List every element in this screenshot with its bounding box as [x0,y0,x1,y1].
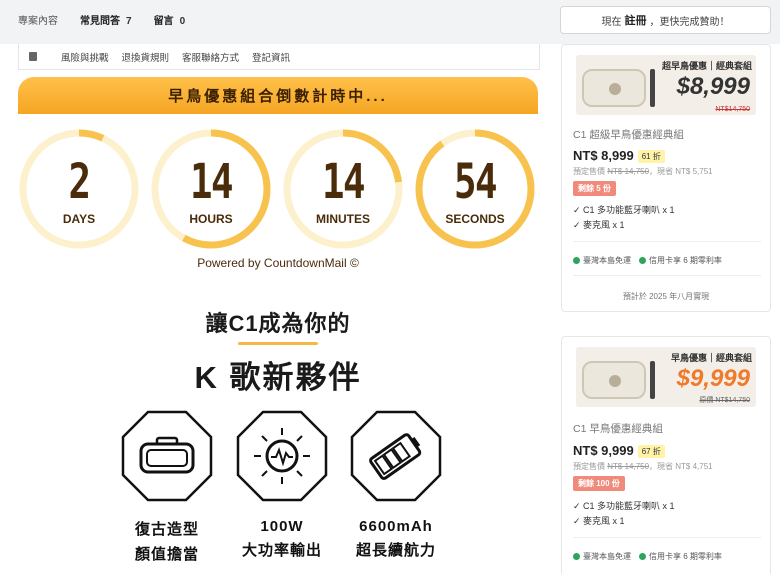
installment-badge: 信用卡享 6 期零利率 [639,255,722,266]
check-icon [639,553,646,560]
headline-line2: K 歌新夥伴 [194,360,362,395]
check-icon [573,553,580,560]
subnav-contact[interactable]: 客服聯絡方式 [182,50,239,64]
remaining-badge: 剩餘 5 份 [573,181,616,196]
tab-faq[interactable]: 常見問答 7 [80,12,132,27]
feature-battery-line1: 6600mAh [359,518,433,535]
speaker-icon [121,410,213,502]
tab-project-content[interactable]: 專案內容 [18,12,58,27]
seconds-label: SECONDS [445,212,505,226]
shipping-badge: 臺灣本島免運 [573,255,631,266]
reward-eta: 預計於 2025 年八月實現 [622,292,710,301]
discount-badge: 67 折 [637,445,665,459]
ring-minutes: 14 MINUTES [282,128,404,250]
microphone-image [650,361,655,399]
installment-badge: 信用卡享 6 期零利率 [639,551,722,562]
reward-title: C1 早鳥優惠經典組 [573,423,663,435]
reward-price: NT$ 8,999 61 折 [573,148,665,164]
include-item: ✓ C1 多功能藍牙喇叭 x 1 [573,205,675,215]
include-item: ✓ 麥克風 x 1 [573,516,625,526]
reward-image: 早鳥優惠｜經典套組 $9,999 原價 NT$14,750 [576,347,756,407]
reward-badges: 臺灣本島免運 信用卡享 6 期零利率 [573,255,722,266]
speaker-product-image [582,361,646,399]
feature-power-line2: 大功率輸出 [241,542,322,559]
feature-battery: 6600mAh 超長續航力 [350,410,442,560]
feature-power: 100W 大功率輸出 [236,410,328,560]
project-tabs: 專案內容 常見問答 7 留言 0 [18,12,207,27]
reward-price: NT$ 9,999 67 折 [573,443,665,459]
divider [573,537,761,538]
reward-original-price: 預定售價 NT$ 14,750，現省 NT$ 4,751 [573,462,713,471]
reward-original-price: 預定售價 NT$ 14,750，現省 NT$ 5,751 [573,167,713,176]
minutes-value: 14 [322,154,366,210]
subnav-returns[interactable]: 退換貨規則 [122,50,170,64]
section-subnav: 風險與挑戰 退換貨規則 客服聯絡方式 登記資訊 [18,44,540,70]
include-item: ✓ 麥克風 x 1 [573,220,625,230]
days-value: 2 [68,154,92,210]
check-icon [639,257,646,264]
feature-design: 復古造型 顏值擔當 [121,410,213,564]
subnav-risks[interactable]: 風險與挑戰 [61,50,109,64]
faq-count: 7 [126,16,132,27]
divider [573,275,761,276]
divider [573,241,761,242]
headline-line1: 讓C1成為你的 [205,311,351,336]
countdown-banner: 早鳥優惠組合倒數計時中... [18,77,538,114]
ring-hours: 14 HOURS [150,128,272,250]
speaker-product-image [582,69,646,107]
shipping-badge: 臺灣本島免運 [573,551,631,562]
microphone-image [650,69,655,107]
register-cta-button[interactable]: 現在 註冊 ，更快完成贊助！ [560,6,771,34]
headline-divider [238,342,318,345]
discount-badge: 61 折 [637,150,665,164]
power-icon [236,410,328,502]
feature-battery-line2: 超長續航力 [355,542,436,559]
feature-power-line1: 100W [260,518,304,535]
hours-value: 14 [190,154,234,210]
feature-design-line1: 復古造型 [134,521,199,538]
remaining-badge: 剩餘 100 份 [573,476,625,491]
ring-seconds: 54 SECONDS [414,128,536,250]
ring-days: 2 DAYS [18,128,140,250]
register-link[interactable]: 註冊 [625,12,647,28]
reward-card-early[interactable]: 早鳥優惠｜經典套組 $9,999 原價 NT$14,750 C1 早鳥優惠經典組… [561,336,771,574]
days-label: DAYS [62,212,96,226]
reward-card-super-early[interactable]: 超早鳥優惠｜經典套組 $8,999 NT$14,750 C1 超級早鳥優惠經典組… [561,44,771,312]
minutes-label: MINUTES [316,212,370,226]
subnav-registration[interactable]: 登記資訊 [252,50,290,64]
document-icon [29,52,37,61]
countdown-powered-by[interactable]: Powered by CountdownMail © [18,256,538,270]
reward-badges: 臺灣本島免運 信用卡享 6 期零利率 [573,551,722,562]
countdown-timer: 2 DAYS 14 HOURS 14 MINUTES 54 SECONDS [18,128,538,250]
feature-design-line2: 顏值擔當 [134,546,199,563]
battery-icon [350,410,442,502]
hours-label: HOURS [189,212,233,226]
reward-title: C1 超級早鳥優惠經典組 [573,129,684,141]
seconds-value: 54 [454,154,498,210]
tab-comments[interactable]: 留言 0 [154,12,186,27]
comments-count: 0 [179,16,186,27]
check-icon [573,257,580,264]
reward-image: 超早鳥優惠｜經典套組 $8,999 NT$14,750 [576,55,756,115]
include-item: ✓ C1 多功能藍牙喇叭 x 1 [573,501,675,511]
